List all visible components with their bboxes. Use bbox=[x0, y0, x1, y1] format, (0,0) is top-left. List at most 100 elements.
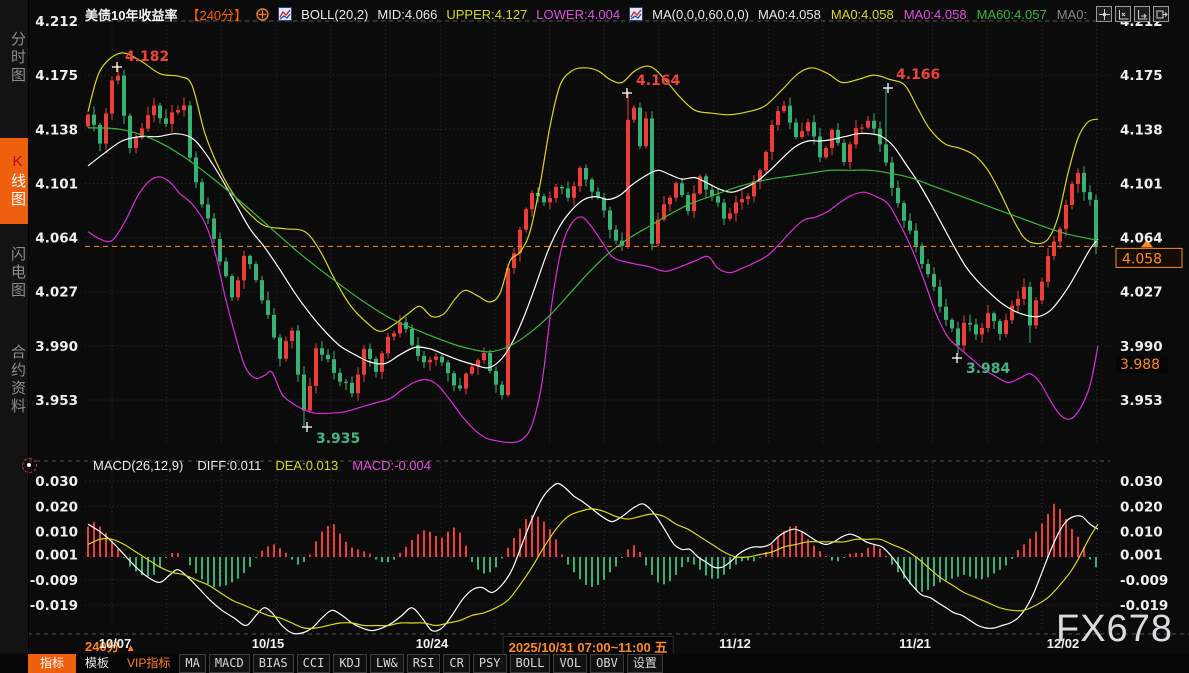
candle-body bbox=[776, 111, 780, 125]
toolbar-button-模板[interactable]: 模板 bbox=[76, 654, 118, 673]
sidebar-tab-2[interactable]: K线图 bbox=[0, 138, 28, 224]
candle-body bbox=[644, 118, 648, 146]
timeframe-label: 【240分】 bbox=[186, 5, 247, 24]
link-circle-icon[interactable] bbox=[256, 7, 269, 22]
sidebar-tab-4[interactable]: 合约资料 bbox=[0, 318, 28, 442]
candle-body bbox=[950, 320, 954, 329]
candle-body bbox=[500, 385, 504, 395]
toolbar-button-CR[interactable]: CR bbox=[443, 654, 469, 673]
candle-body bbox=[608, 210, 612, 229]
candle-body bbox=[356, 375, 360, 394]
candle-body bbox=[542, 196, 546, 202]
candle-body bbox=[188, 105, 192, 157]
candle-body bbox=[656, 220, 660, 244]
candle-body bbox=[974, 325, 978, 335]
candle-body bbox=[842, 143, 846, 162]
candle-body bbox=[800, 131, 804, 137]
macd-settings-icon[interactable] bbox=[22, 458, 37, 473]
candle-body bbox=[584, 168, 588, 180]
date-tick-label: 11/12 bbox=[719, 636, 751, 651]
sidebar-tab-1[interactable]: 分时图 bbox=[0, 6, 28, 110]
candle-body bbox=[938, 287, 942, 307]
axis-label-left: 4.101 bbox=[35, 176, 78, 192]
candle-body bbox=[302, 375, 306, 411]
toolbar-button-KDJ[interactable]: KDJ bbox=[333, 654, 367, 673]
candle-body bbox=[452, 373, 456, 385]
chart-header: 美债10年收益率 【240分】 BOLL(20,2) MID:4.066 UPP… bbox=[28, 0, 1189, 28]
toolbar-button-MACD[interactable]: MACD bbox=[209, 654, 250, 673]
toolbar-button-BIAS[interactable]: BIAS bbox=[253, 654, 294, 673]
settlement-price-label: 3.988 bbox=[1120, 357, 1160, 373]
candle-body bbox=[200, 182, 204, 204]
candle-body bbox=[572, 186, 576, 198]
candle-body bbox=[590, 179, 594, 191]
candle-body bbox=[110, 81, 114, 114]
toolbar-button-CCI[interactable]: CCI bbox=[297, 654, 331, 673]
grid bbox=[28, 21, 1189, 634]
candle-body bbox=[818, 136, 822, 157]
candle-body bbox=[554, 187, 558, 198]
candle-body bbox=[470, 367, 474, 374]
candle-body bbox=[524, 209, 528, 230]
candle-body bbox=[890, 163, 894, 188]
candle-body bbox=[740, 199, 744, 202]
candle-body bbox=[248, 256, 252, 264]
candle-body bbox=[230, 276, 234, 297]
toolbar-button-LW&[interactable]: LW& bbox=[370, 654, 404, 673]
candle-body bbox=[1052, 242, 1056, 257]
toolbar-button-指标[interactable]: 指标 bbox=[28, 654, 76, 673]
candle-body bbox=[992, 313, 996, 321]
candle-body bbox=[368, 349, 372, 359]
toolbar-button-RSI[interactable]: RSI bbox=[407, 654, 441, 673]
candle-body bbox=[566, 188, 570, 197]
candle-body bbox=[434, 357, 438, 360]
candle-body bbox=[626, 120, 630, 246]
crosshair-tool-icon[interactable] bbox=[1096, 6, 1112, 22]
candle-body bbox=[254, 264, 258, 280]
macd-axis-label-left: -0.009 bbox=[30, 573, 78, 589]
candle-body bbox=[482, 353, 486, 360]
axis-label-left: 3.990 bbox=[35, 339, 78, 355]
trading-app: 4.0583.9884.2124.2124.1754.1754.1384.138… bbox=[0, 0, 1189, 673]
candle-body bbox=[1010, 306, 1014, 321]
y-axis-zoom-icon[interactable] bbox=[1115, 6, 1131, 22]
candle-body bbox=[86, 115, 90, 127]
macd-axis-label-right: 0.001 bbox=[1120, 548, 1163, 564]
indicator-chart-icon[interactable] bbox=[629, 7, 643, 22]
candle-body bbox=[428, 360, 432, 362]
macd-axis-label-left: 0.020 bbox=[35, 499, 78, 515]
candle-body bbox=[578, 168, 582, 186]
sidebar-tab-3[interactable]: 闪电图 bbox=[0, 224, 28, 322]
indicator-chart-icon[interactable] bbox=[278, 7, 292, 22]
macd-histogram bbox=[88, 504, 1096, 592]
candle-body bbox=[1082, 173, 1086, 192]
toolbar-button-VOL[interactable]: VOL bbox=[553, 654, 587, 673]
date-tick-label: 10/24 bbox=[416, 636, 449, 651]
pane-icon-group bbox=[1096, 6, 1169, 22]
candle-body bbox=[956, 328, 960, 345]
chart-canvas[interactable]: 4.0583.9884.2124.2124.1754.1754.1384.138… bbox=[0, 0, 1189, 673]
axis-label-right: 4.101 bbox=[1120, 176, 1163, 192]
candle-body bbox=[980, 328, 984, 334]
toolbar-button-BOLL[interactable]: BOLL bbox=[510, 654, 551, 673]
toolbar-button-MA[interactable]: MA bbox=[179, 654, 205, 673]
last-price-badge-text: 4.058 bbox=[1122, 251, 1162, 267]
candle-body bbox=[944, 307, 948, 320]
candle-body bbox=[260, 280, 264, 300]
pan-chart-icon[interactable] bbox=[1153, 6, 1169, 22]
candle-body bbox=[866, 121, 870, 128]
toolbar-button-PSY[interactable]: PSY bbox=[473, 654, 507, 673]
candle-body bbox=[770, 125, 774, 152]
candle-body bbox=[716, 196, 720, 202]
toolbar-button-VIP指标[interactable]: VIP指标 bbox=[118, 654, 179, 673]
candle-body bbox=[764, 152, 768, 170]
candle-body bbox=[218, 239, 222, 262]
macd-axis-label-right: -0.009 bbox=[1120, 573, 1168, 589]
candle-body bbox=[458, 385, 462, 388]
toolbar-button-设置[interactable]: 设置 bbox=[627, 654, 663, 673]
macd-axis-label-left: -0.019 bbox=[30, 598, 78, 614]
candle-body bbox=[926, 264, 930, 274]
x-axis-zoom-icon[interactable] bbox=[1134, 6, 1150, 22]
toolbar-button-OBV[interactable]: OBV bbox=[590, 654, 624, 673]
candle-body bbox=[836, 130, 840, 143]
